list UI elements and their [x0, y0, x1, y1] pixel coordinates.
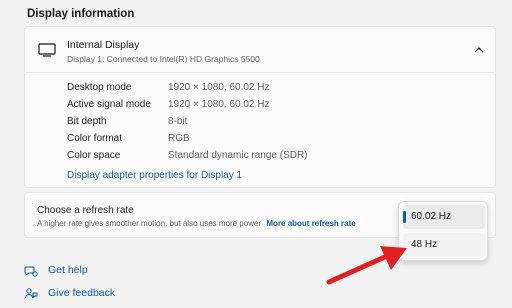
refresh-rate-description-text: A higher rate gives smoother motion, but…: [37, 219, 262, 228]
property-label: Color space: [67, 150, 121, 161]
property-value: 1920 × 1080, 60.02 Hz: [168, 82, 270, 93]
refresh-rate-description: A higher rate gives smoother motion, but…: [37, 219, 356, 228]
more-about-refresh-rate-link[interactable]: More about refresh rate: [266, 219, 355, 228]
refresh-rate-title: Choose a refresh rate: [37, 205, 134, 216]
display-subtitle: Display 1: Connected to Intel(R) HD Grap…: [67, 54, 260, 64]
feedback-icon: [25, 288, 38, 299]
refresh-option-48hz[interactable]: 48 Hz: [403, 233, 485, 257]
property-label: Color format: [67, 133, 123, 144]
property-label: Bit depth: [67, 116, 107, 127]
property-label: Active signal mode: [67, 99, 151, 110]
property-value: 1920 × 1080, 60.02 Hz: [168, 99, 270, 110]
property-value: Standard dynamic range (SDR): [168, 150, 308, 161]
display-info-card: Internal Display Display 1: Connected to…: [24, 26, 496, 188]
section-title: Display information: [27, 8, 135, 20]
give-feedback-label: Give feedback: [48, 287, 116, 299]
display-adapter-properties-link[interactable]: Display adapter properties for Display 1: [67, 170, 242, 181]
display-title: Internal Display: [67, 39, 140, 51]
property-value: RGB: [168, 133, 190, 144]
property-value: 8-bit: [168, 116, 188, 127]
refresh-option-label: 60.02 Hz: [411, 211, 452, 222]
annotation-arrow-icon: [326, 246, 407, 285]
property-label: Desktop mode: [67, 82, 132, 93]
help-icon: [24, 266, 38, 277]
chevron-up-icon[interactable]: [473, 45, 485, 55]
get-help-label: Get help: [48, 264, 88, 276]
selected-indicator: [403, 211, 406, 223]
refresh-option-60hz[interactable]: 60.02 Hz: [403, 205, 485, 229]
display-card-header[interactable]: Internal Display Display 1: Connected to…: [25, 27, 495, 73]
monitor-icon: [38, 43, 56, 57]
